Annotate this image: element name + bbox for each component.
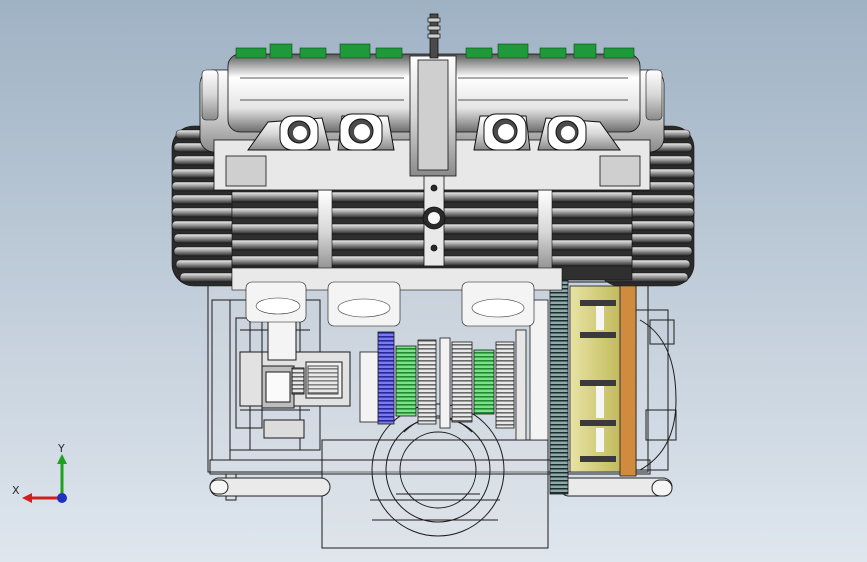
grey-gear-3 (495, 341, 515, 429)
x-axis-arrow (22, 493, 32, 503)
blue-gear (377, 331, 395, 425)
cad-viewport[interactable]: Y X (0, 0, 867, 562)
green-gear-1 (395, 345, 417, 417)
x-axis-label: X (12, 484, 20, 497)
grey-gear-1 (417, 339, 437, 425)
grey-gear-2 (451, 341, 473, 423)
green-gear-2 (473, 349, 495, 415)
clutch-assembly (549, 267, 637, 495)
engine-3d-model[interactable] (0, 0, 867, 562)
coordinate-triad: Y X (12, 442, 67, 503)
z-axis-dot (57, 493, 67, 503)
primary-gear (549, 267, 569, 495)
y-axis-arrow (57, 454, 67, 464)
clutch-plate-edge (619, 281, 637, 477)
y-axis-label: Y (57, 442, 65, 455)
